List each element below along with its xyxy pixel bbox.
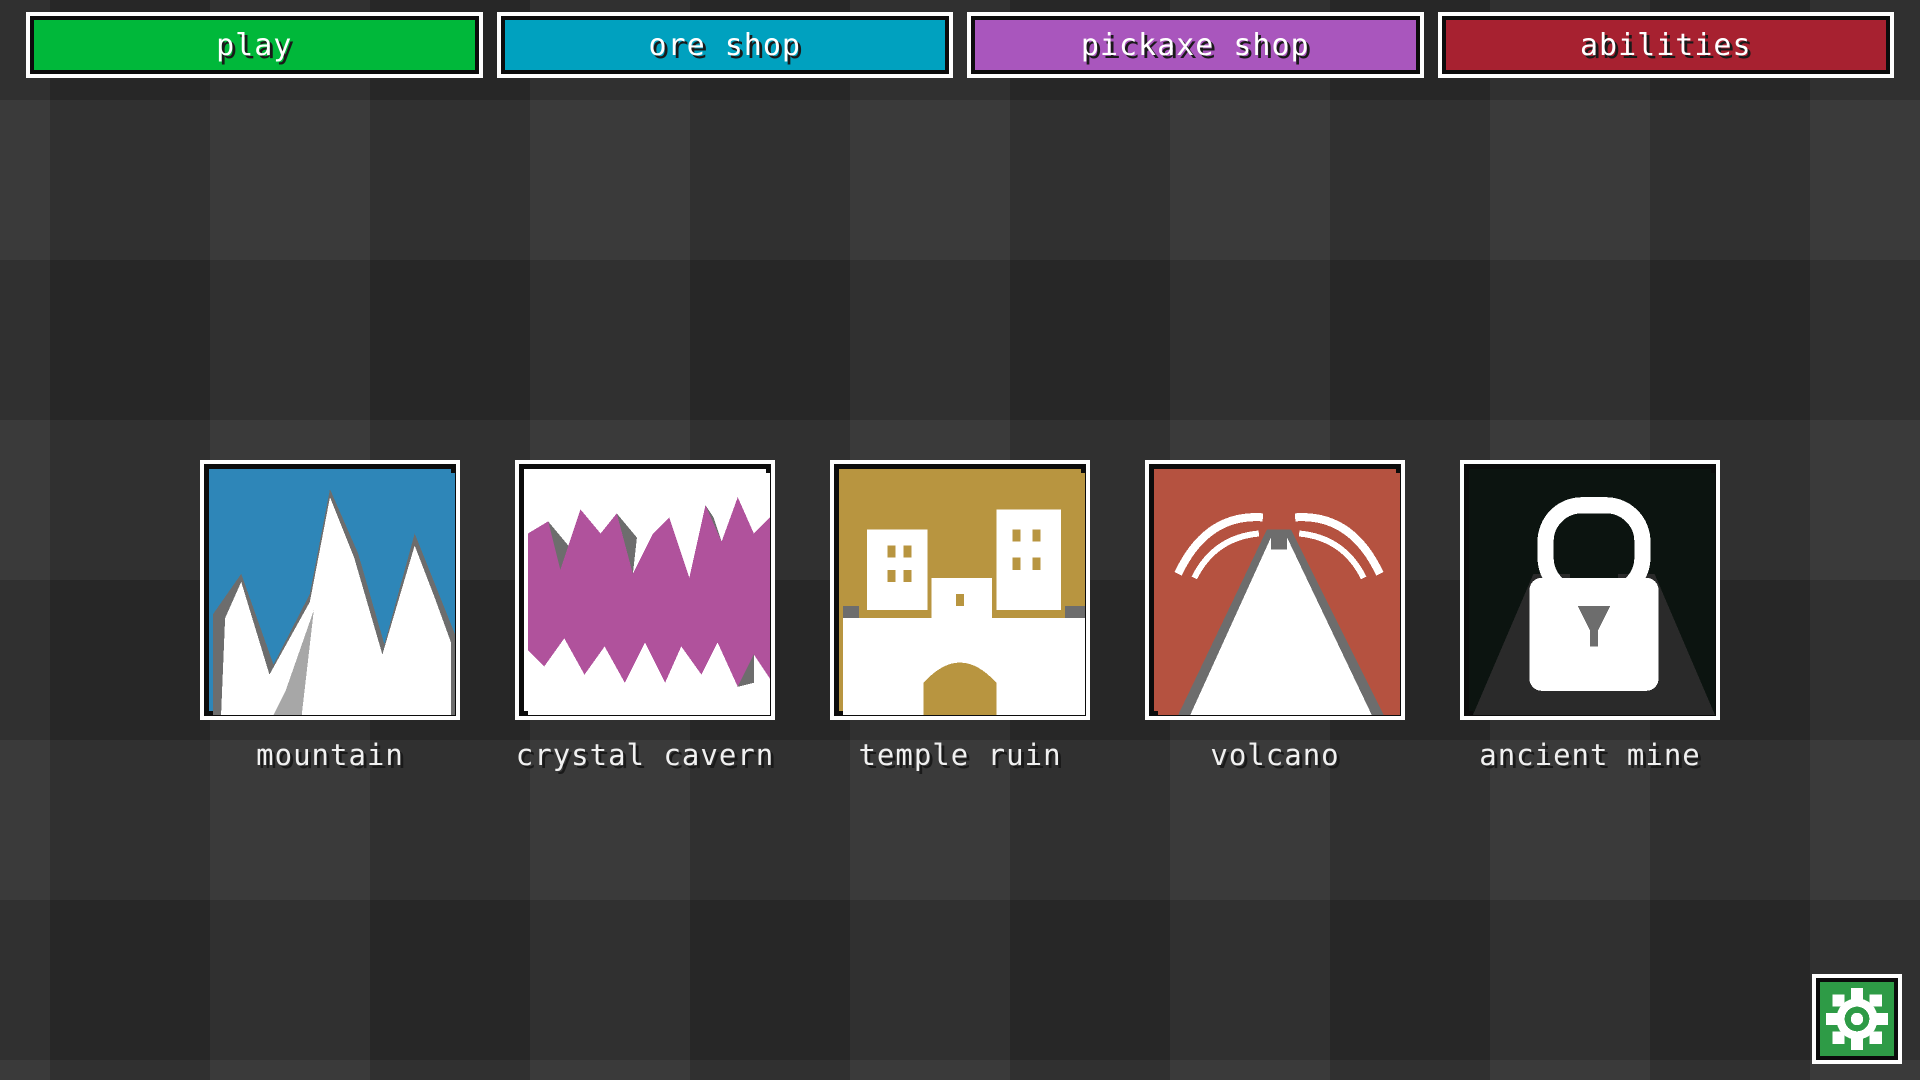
lock-icon [1473,473,1715,715]
level-label: temple ruin [858,738,1062,772]
top-nav: play ore shop pickaxe shop abilities [26,12,1894,78]
temple-ruin-icon [843,473,1085,715]
pickaxe-shop-button[interactable]: pickaxe shop [967,12,1424,78]
level-select: mountain crystal cavern temple ruin volc… [200,460,1720,780]
level-mountain[interactable]: mountain [200,460,460,772]
crystal-cavern-icon [528,473,770,715]
mountain-icon [213,473,455,715]
gear-icon [1826,988,1888,1050]
level-temple-ruin[interactable]: temple ruin [830,460,1090,772]
level-volcano-tile[interactable] [1145,460,1405,720]
level-ancient-mine[interactable]: ancient mine [1460,460,1720,772]
level-label: mountain [256,738,404,772]
level-crystal-cavern[interactable]: crystal cavern [515,460,775,772]
volcano-icon [1158,473,1400,715]
abilities-button[interactable]: abilities [1437,12,1894,78]
level-crystal-cavern-tile[interactable] [515,460,775,720]
level-mountain-tile[interactable] [200,460,460,720]
play-button[interactable]: play [26,12,483,78]
level-label: volcano [1210,738,1340,772]
level-ancient-mine-tile[interactable] [1460,460,1720,720]
level-label: crystal cavern [515,738,775,772]
settings-button[interactable] [1812,974,1902,1064]
ore-shop-button[interactable]: ore shop [496,12,953,78]
level-label: ancient mine [1479,738,1701,772]
level-temple-ruin-tile[interactable] [830,460,1090,720]
level-volcano[interactable]: volcano [1145,460,1405,772]
